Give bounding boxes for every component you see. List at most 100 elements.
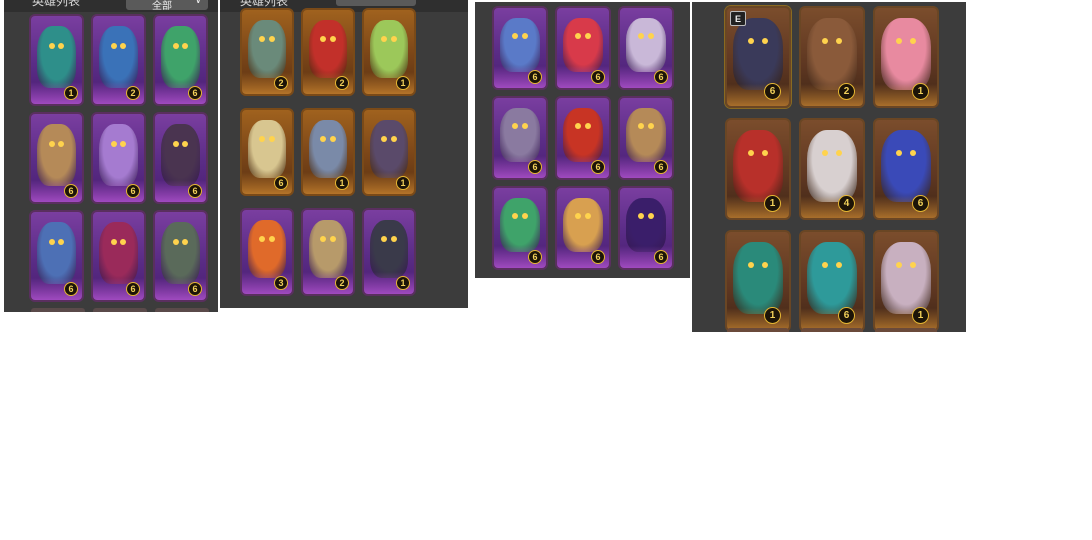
hero-count-badge: 1 [396, 176, 410, 190]
hero-list-panel: 英雄列表 全部 ∨ 1 2 6 6 6 6 6 6 6 [4, 0, 218, 312]
hero-eye [910, 262, 916, 269]
hero-card-crimson-headdress-empress[interactable]: 1 [725, 118, 791, 220]
hero-card-silver-haired-priestess[interactable]: 6 [240, 108, 294, 196]
hero-eye [268, 36, 275, 43]
hero-eye [648, 33, 654, 40]
hero-portrait [248, 20, 286, 78]
hero-eye [522, 123, 528, 130]
hero-count-badge: 1 [912, 83, 929, 100]
hero-card-bandaged-mummy[interactable]: 6 [618, 96, 674, 180]
hero-card-white-haired-ghoul[interactable]: 6 [618, 6, 674, 90]
hero-count-badge: 6 [654, 250, 668, 264]
filter-dropdown[interactable]: 全部 ∨ [126, 0, 208, 12]
hero-eye [268, 236, 275, 243]
hero-card-red-petal-blob[interactable]: 6 [555, 6, 611, 90]
hero-portrait [370, 220, 408, 278]
hero-card-red-goggled-imp[interactable]: 6 [555, 96, 611, 180]
hero-count-badge: 2 [335, 276, 349, 290]
hero-count-badge: 6 [912, 195, 929, 212]
hero-eye [320, 136, 327, 143]
hero-count-badge: 6 [591, 160, 605, 174]
filter-dropdown[interactable] [336, 0, 416, 6]
hero-eye [381, 36, 388, 43]
hero-card-tan-frog-beast[interactable]: 6 [555, 186, 611, 270]
hero-portrait [626, 198, 666, 252]
hero-card-red-flame-demon[interactable]: 2 [301, 8, 355, 96]
hero-card-blue-hooded-ghost[interactable]: 2 [91, 14, 146, 106]
hero-card-white-haired-sorceress[interactable]: 4 [799, 118, 865, 220]
hero-portrait [881, 130, 931, 202]
elite-tag-icon: E [730, 11, 746, 26]
hero-card-shadow-white-haired-lord[interactable]: 6E [725, 6, 791, 108]
hero-eye [585, 33, 591, 40]
hero-card-grey-petal-blob[interactable]: 6 [492, 96, 548, 180]
hero-count-badge: 6 [528, 160, 542, 174]
hero-eye [390, 136, 397, 143]
hero-count-badge: 1 [396, 76, 410, 90]
hero-card-green-fairy-dryad[interactable]: 1 [362, 8, 416, 96]
hero-card-pink-haired-gunner[interactable]: 1 [873, 6, 939, 108]
hero-card-blue-petal-blob[interactable]: 6 [492, 6, 548, 90]
hero-portrait [563, 198, 603, 252]
hero-portrait [626, 108, 666, 162]
hero-portrait [500, 108, 540, 162]
hero-card-crimson-masked-imp[interactable]: 6 [91, 210, 146, 302]
next-row-peek [93, 308, 147, 312]
hero-eye [512, 33, 518, 40]
hero-eye [182, 43, 189, 50]
hero-eye [822, 262, 828, 269]
hero-count-badge: 6 [591, 250, 605, 264]
hero-card-green-frog-beast[interactable]: 6 [153, 14, 208, 106]
hero-eye [575, 33, 581, 40]
hero-count-badge: 6 [126, 184, 140, 198]
hero-eye [648, 123, 654, 130]
next-row-peek [31, 308, 85, 312]
hero-eye [110, 141, 117, 148]
hero-card-dark-skinned-warrior-queen[interactable]: 2 [799, 6, 865, 108]
hero-eye [259, 36, 266, 43]
hero-card-grey-masked-shaman[interactable]: 6 [153, 210, 208, 302]
hero-card-bandaged-mummy[interactable]: 6 [29, 112, 84, 204]
hero-portrait [370, 120, 408, 178]
hero-eye [58, 43, 65, 50]
hero-eye [575, 213, 581, 220]
hero-count-badge: 1 [764, 195, 781, 212]
hero-card-teal-hooded-ghost[interactable]: 1 [29, 14, 84, 106]
hero-card-silver-haired-dancer[interactable]: 1 [873, 230, 939, 332]
hero-count-badge: 6 [838, 307, 855, 324]
hero-count-badge: 1 [335, 176, 349, 190]
hero-portrait [500, 198, 540, 252]
hero-eye [58, 141, 65, 148]
hero-count-badge: 1 [396, 276, 410, 290]
hero-eye [836, 150, 842, 157]
hero-card-dark-armored-knight[interactable]: 1 [362, 108, 416, 196]
hero-eye [329, 136, 336, 143]
hero-count-badge: 1 [64, 86, 78, 100]
hero-eye [822, 150, 828, 157]
hero-card-red-teal-horned-fighter[interactable]: 1 [725, 230, 791, 332]
hero-card-green-frog-beast[interactable]: 6 [492, 186, 548, 270]
hero-eye [585, 123, 591, 130]
hero-eye [748, 150, 754, 157]
hero-eye [182, 141, 189, 148]
hero-eye [762, 38, 768, 45]
hero-portrait [370, 20, 408, 78]
hero-card-dark-hooded-specter[interactable]: 1 [362, 208, 416, 296]
hero-card-blue-haired-halo-priestess[interactable]: 6 [873, 118, 939, 220]
hero-card-tan-hairy-beast[interactable]: 2 [301, 208, 355, 296]
hero-card-violet-hooded-specter[interactable]: 6 [618, 186, 674, 270]
hero-eye [120, 239, 127, 246]
hero-card-shadow-horned-wraith[interactable]: 6 [153, 112, 208, 204]
hero-card-horned-gem-warden[interactable]: 2 [240, 8, 294, 96]
hero-card-grey-cat-mage[interactable]: 1 [301, 108, 355, 196]
hero-count-badge: 6 [64, 282, 78, 296]
hero-eye [182, 239, 189, 246]
hero-card-teal-crowned-monkey-king[interactable]: 6 [799, 230, 865, 332]
hero-card-blue-shaggy-beast[interactable]: 6 [29, 210, 84, 302]
hero-count-badge: 6 [764, 83, 781, 100]
hero-card-fire-fox-spirit[interactable]: 3 [240, 208, 294, 296]
hero-eye [48, 141, 55, 148]
hero-count-badge: 6 [528, 70, 542, 84]
hero-count-badge: 6 [188, 282, 202, 296]
hero-card-lilac-bunny-beast[interactable]: 6 [91, 112, 146, 204]
